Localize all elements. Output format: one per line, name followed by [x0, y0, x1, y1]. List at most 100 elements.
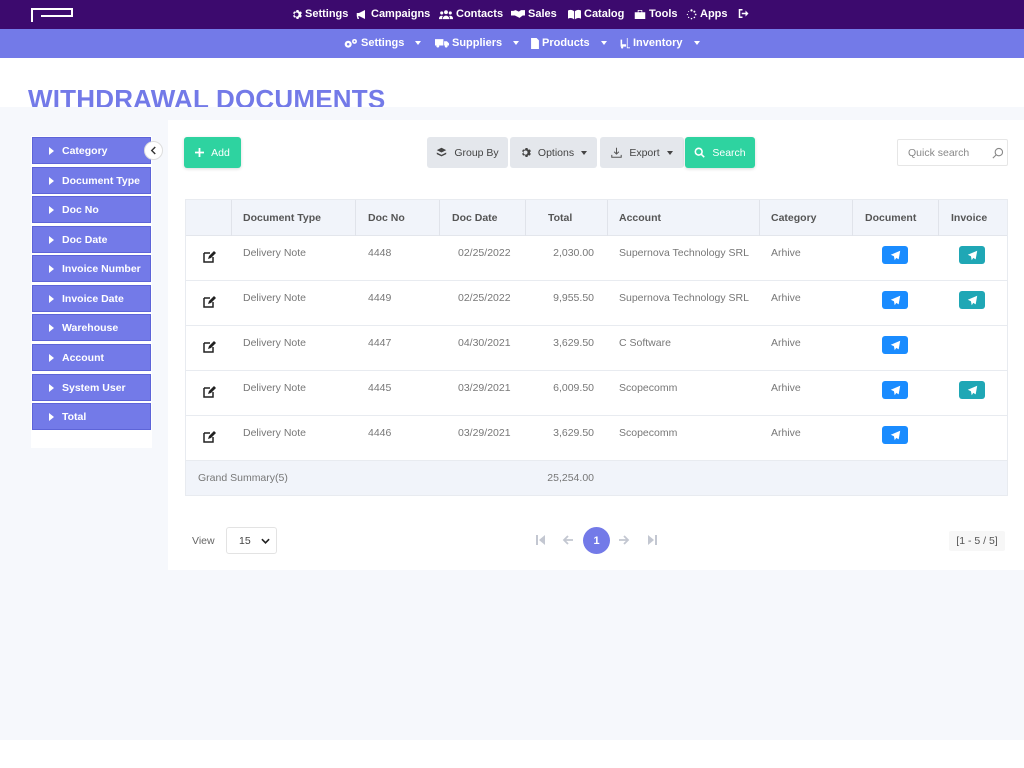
- chevron-down-icon: [415, 41, 422, 45]
- filter-label: Category: [62, 144, 108, 157]
- logout-icon: [738, 9, 749, 18]
- edit-icon[interactable]: [202, 340, 216, 354]
- top-nav-contacts[interactable]: Contacts: [439, 8, 503, 20]
- cell-doc-date: 03/29/2021: [458, 427, 511, 439]
- filter-label: Doc No: [62, 203, 99, 216]
- column-header-document[interactable]: Document: [865, 212, 916, 224]
- current-page-button[interactable]: 1: [583, 527, 610, 554]
- top-nav-label: Sales: [528, 8, 557, 20]
- quick-search-input[interactable]: [908, 146, 986, 159]
- search-icon[interactable]: [992, 147, 1004, 159]
- sub-nav-label: Settings: [361, 37, 405, 49]
- cell-category: Arhive: [771, 337, 801, 349]
- paper-plane-icon: [967, 250, 977, 260]
- invoice-send-button[interactable]: [959, 381, 985, 399]
- caret-right-icon: [49, 295, 54, 303]
- top-nav-catalog[interactable]: Catalog: [568, 8, 624, 20]
- document-send-button[interactable]: [882, 336, 908, 354]
- column-divider: [938, 200, 939, 236]
- column-header-doc-date[interactable]: Doc Date: [452, 212, 498, 224]
- export-button[interactable]: Export: [600, 137, 684, 168]
- table-row[interactable]: Delivery Note 4449 02/25/2022 9,955.50 S…: [186, 281, 1007, 326]
- filter-system-user[interactable]: System User: [32, 374, 151, 401]
- chevron-down-icon: [513, 41, 520, 45]
- edit-icon[interactable]: [202, 430, 216, 444]
- filter-doc-date[interactable]: Doc Date: [32, 226, 151, 253]
- column-header-invoice[interactable]: Invoice: [951, 212, 987, 224]
- top-nav-sales[interactable]: Sales: [511, 8, 557, 20]
- filter-invoice-number[interactable]: Invoice Number: [32, 255, 151, 282]
- document-send-button[interactable]: [882, 426, 908, 444]
- filter-label: Invoice Date: [62, 292, 124, 305]
- top-nav-apps[interactable]: Apps: [686, 8, 728, 20]
- sub-nav-settings[interactable]: Settings: [344, 37, 422, 49]
- document-send-button[interactable]: [882, 291, 908, 309]
- cell-account: Supernova Technology SRL: [619, 247, 749, 259]
- filter-doc-no[interactable]: Doc No: [32, 196, 151, 223]
- first-page-icon[interactable]: [533, 533, 547, 547]
- edit-icon[interactable]: [202, 385, 216, 399]
- invoice-send-button[interactable]: [959, 246, 985, 264]
- filter-category[interactable]: Category: [32, 137, 151, 164]
- gears-icon: [344, 38, 357, 48]
- table-row[interactable]: Delivery Note 4448 02/25/2022 2,030.00 S…: [186, 236, 1007, 281]
- handshake-icon: [511, 10, 525, 18]
- group-by-label: Group By: [454, 146, 499, 159]
- column-divider: [525, 200, 526, 236]
- add-button[interactable]: Add: [184, 137, 241, 168]
- collapse-sidebar-button[interactable]: [144, 141, 163, 160]
- document-send-button[interactable]: [882, 381, 908, 399]
- invoice-send-button[interactable]: [959, 291, 985, 309]
- filter-document-type[interactable]: Document Type: [32, 167, 151, 194]
- table-row[interactable]: Delivery Note 4446 03/29/2021 3,629.50 S…: [186, 416, 1007, 461]
- edit-icon[interactable]: [202, 295, 216, 309]
- edit-icon[interactable]: [202, 250, 216, 264]
- caret-right-icon: [49, 206, 54, 214]
- caret-right-icon: [49, 265, 54, 273]
- cell-doc-no: 4449: [368, 292, 392, 304]
- table-row[interactable]: Delivery Note 4447 04/30/2021 3,629.50 C…: [186, 326, 1007, 371]
- cell-category: Arhive: [771, 382, 801, 394]
- filter-warehouse[interactable]: Warehouse: [32, 314, 151, 341]
- cell-account: Scopecomm: [619, 382, 678, 394]
- column-header-account[interactable]: Account: [619, 212, 661, 224]
- filter-label: Invoice Number: [62, 262, 141, 275]
- document-send-button[interactable]: [882, 246, 908, 264]
- caret-right-icon: [49, 324, 54, 332]
- top-nav-settings[interactable]: Settings: [291, 8, 348, 20]
- last-page-icon[interactable]: [646, 533, 660, 547]
- logout-button[interactable]: [738, 8, 750, 19]
- sub-nav-products[interactable]: Products: [531, 37, 607, 49]
- column-divider: [439, 200, 440, 236]
- column-header-document-type[interactable]: Document Type: [243, 212, 321, 224]
- search-button-label: Search: [712, 146, 746, 159]
- view-label: View: [184, 531, 224, 551]
- quick-search: [897, 139, 1008, 166]
- top-nav-tools[interactable]: Tools: [634, 8, 678, 20]
- next-page-icon[interactable]: [617, 533, 631, 547]
- filter-total[interactable]: Total: [32, 403, 151, 430]
- column-header-total[interactable]: Total: [548, 212, 572, 224]
- filter-invoice-date[interactable]: Invoice Date: [32, 285, 151, 312]
- options-button[interactable]: Options: [510, 137, 597, 168]
- cell-doc-no: 4446: [368, 427, 392, 439]
- group-by-button[interactable]: Group By: [427, 137, 508, 168]
- table-row[interactable]: Delivery Note 4445 03/29/2021 6,009.50 S…: [186, 371, 1007, 416]
- sub-nav-inventory[interactable]: Inventory: [619, 37, 700, 49]
- sub-nav-suppliers[interactable]: Suppliers: [435, 37, 520, 49]
- paper-plane-icon: [967, 385, 977, 395]
- page-size-select[interactable]: 15: [226, 527, 277, 554]
- spinner-icon: [686, 8, 697, 19]
- caret-right-icon: [49, 236, 54, 244]
- cell-doc-date: 02/25/2022: [458, 247, 511, 259]
- pagination-range: [1 - 5 / 5]: [949, 531, 1005, 551]
- column-divider: [231, 200, 232, 236]
- cell-doc-date: 03/29/2021: [458, 382, 511, 394]
- column-header-category[interactable]: Category: [771, 212, 817, 224]
- filter-account[interactable]: Account: [32, 344, 151, 371]
- gear-icon: [293, 9, 302, 19]
- search-button[interactable]: Search: [685, 137, 755, 168]
- prev-page-icon[interactable]: [561, 533, 575, 547]
- column-header-doc-no[interactable]: Doc No: [368, 212, 405, 224]
- top-nav-campaigns[interactable]: Campaigns: [356, 8, 430, 20]
